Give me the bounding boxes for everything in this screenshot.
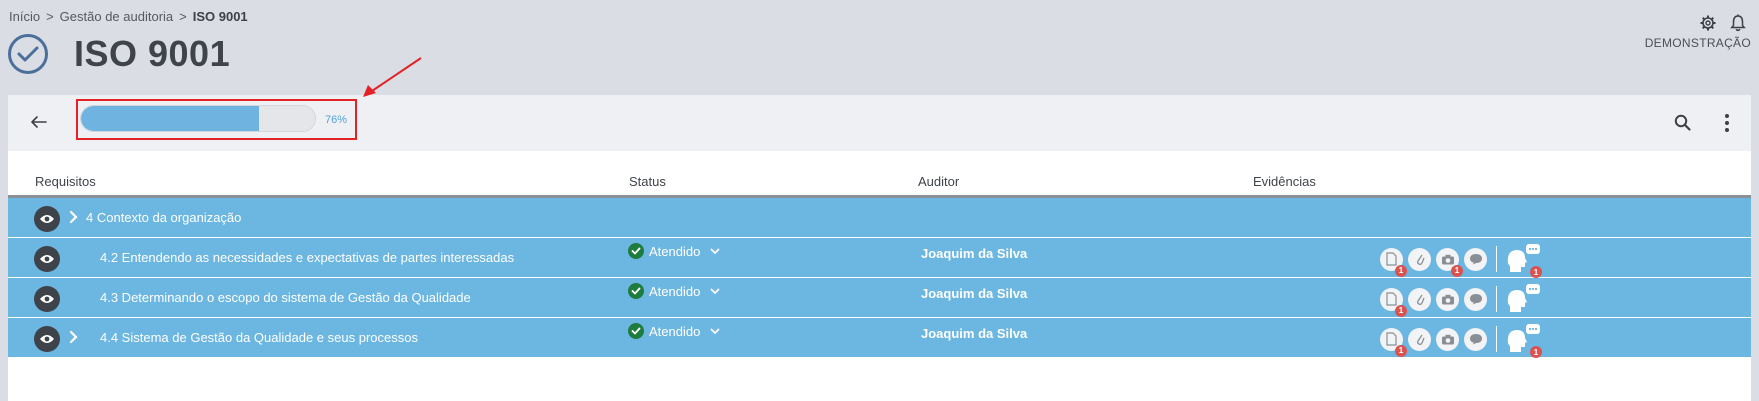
divider — [1496, 286, 1497, 312]
evidence-actions: 1 1 1 — [1380, 244, 1542, 278]
breadcrumb-separator: > — [179, 9, 187, 24]
breadcrumb-audit-management[interactable]: Gestão de auditoria — [60, 9, 173, 24]
table-row[interactable]: 4.3 Determinando o escopo do sistema de … — [8, 278, 1751, 318]
evidence-actions: 1 1 — [1380, 324, 1542, 358]
row-label: 4.3 Determinando o escopo do sistema de … — [100, 290, 471, 305]
requirements-panel: 76% Requisitos Status Auditor Evidências… — [8, 95, 1751, 401]
eye-icon[interactable] — [34, 206, 60, 232]
chevron-down-icon — [710, 288, 720, 295]
document-icon[interactable]: 1 — [1380, 247, 1407, 277]
page-title: ISO 9001 — [74, 33, 231, 74]
camera-icon[interactable]: 1 — [1436, 247, 1463, 277]
eye-icon[interactable] — [34, 326, 60, 352]
camera-icon[interactable] — [1436, 327, 1459, 351]
status-label: Atendido — [649, 323, 701, 339]
speaking-head-icon[interactable] — [1506, 284, 1542, 314]
auditor-name: Joaquim da Silva — [921, 326, 1028, 341]
eye-icon[interactable] — [34, 246, 60, 272]
breadcrumb-home[interactable]: Início — [9, 9, 40, 24]
document-count-badge: 1 — [1395, 344, 1407, 357]
document-count-badge: 1 — [1395, 304, 1407, 317]
table-row[interactable]: 4 Contexto da organização — [8, 198, 1751, 238]
user-area: DEMONSTRAÇÃO — [1645, 14, 1751, 50]
speaking-head-icon[interactable]: 1 — [1506, 324, 1542, 358]
paperclip-icon[interactable] — [1408, 247, 1431, 271]
table-row[interactable]: 4.4 Sistema de Gestão da Qualidade e seu… — [8, 318, 1751, 358]
speaking-head-icon[interactable]: 1 — [1506, 244, 1542, 278]
chevron-down-icon — [710, 248, 720, 255]
check-icon — [628, 243, 644, 259]
breadcrumb-separator: > — [46, 9, 54, 24]
eye-icon[interactable] — [34, 286, 60, 312]
comment-icon[interactable] — [1464, 247, 1487, 271]
chevron-down-icon — [710, 328, 720, 335]
page-header: ISO 9001 — [8, 33, 230, 75]
chevron-right-icon[interactable] — [68, 209, 80, 225]
bell-icon[interactable] — [1729, 14, 1747, 32]
chevron-right-icon[interactable] — [68, 329, 80, 345]
user-name[interactable]: DEMONSTRAÇÃO — [1645, 36, 1751, 50]
document-icon[interactable]: 1 — [1380, 327, 1407, 357]
status-dropdown[interactable]: Atendido — [628, 323, 721, 339]
paperclip-icon[interactable] — [1408, 327, 1431, 351]
check-icon — [628, 283, 644, 299]
breadcrumb-current: ISO 9001 — [192, 9, 248, 24]
status-label: Atendido — [649, 283, 701, 299]
row-label: 4.4 Sistema de Gestão da Qualidade e seu… — [100, 330, 418, 345]
back-arrow-icon[interactable] — [28, 111, 50, 133]
evidence-actions: 1 — [1380, 284, 1542, 317]
highlight-box — [76, 99, 357, 140]
comment-icon[interactable] — [1464, 287, 1487, 311]
breadcrumb: Início > Gestão de auditoria > ISO 9001 — [9, 9, 248, 24]
auditor-name: Joaquim da Silva — [921, 246, 1028, 261]
table-header: Requisitos Status Auditor Evidências — [8, 151, 1751, 198]
divider — [1496, 326, 1497, 352]
table-row[interactable]: 4.2 Entendendo as necessidades e expecta… — [8, 238, 1751, 278]
check-circle-icon — [8, 34, 48, 74]
search-icon[interactable] — [1673, 113, 1693, 133]
toolbar: 76% — [8, 95, 1751, 151]
annotation-arrow — [363, 57, 422, 97]
camera-icon[interactable] — [1436, 287, 1459, 311]
status-dropdown[interactable]: Atendido — [628, 283, 721, 299]
column-auditor[interactable]: Auditor — [918, 174, 959, 189]
photo-count-badge: 1 — [1451, 264, 1463, 277]
more-vertical-icon[interactable] — [1719, 111, 1735, 135]
column-status[interactable]: Status — [629, 174, 666, 189]
comment-count-badge: 1 — [1530, 346, 1542, 358]
gear-icon[interactable] — [1699, 14, 1717, 32]
auditor-name: Joaquim da Silva — [921, 286, 1028, 301]
column-requirements[interactable]: Requisitos — [35, 174, 96, 189]
comment-count-badge: 1 — [1530, 266, 1542, 278]
document-icon[interactable]: 1 — [1380, 287, 1407, 317]
document-count-badge: 1 — [1395, 264, 1407, 277]
row-label: 4.2 Entendendo as necessidades e expecta… — [100, 250, 515, 265]
check-icon — [628, 323, 644, 339]
row-label: 4 Contexto da organização — [86, 210, 242, 225]
status-label: Atendido — [649, 243, 701, 259]
comment-icon[interactable] — [1464, 327, 1487, 351]
paperclip-icon[interactable] — [1408, 287, 1431, 311]
status-dropdown[interactable]: Atendido — [628, 243, 721, 259]
column-evidence[interactable]: Evidências — [1253, 174, 1316, 189]
divider — [1496, 246, 1497, 272]
